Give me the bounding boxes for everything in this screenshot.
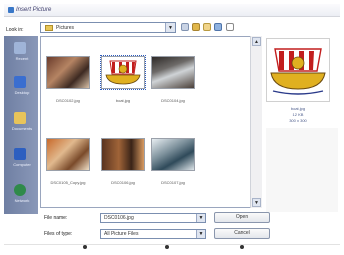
cancel-button[interactable]: Cancel <box>214 228 270 239</box>
globe-icon <box>14 184 26 196</box>
app-icon <box>8 7 14 13</box>
thumbnail-image[interactable] <box>101 138 145 171</box>
thumbnail-image[interactable] <box>151 56 195 89</box>
sidebar-item-label: Recent <box>15 56 29 61</box>
preview-size: 12 KB <box>292 112 304 117</box>
lookin-value: Pictures <box>56 25 75 31</box>
vertical-scrollbar[interactable]: ▲ ▼ <box>250 36 262 208</box>
clock-icon <box>14 42 26 54</box>
preview-dimensions: 300 x 300 <box>289 118 307 123</box>
filetype-select[interactable]: All Picture Files ▼ <box>100 229 206 239</box>
places-sidebar: Recent Desktop Documents Computer Networ… <box>4 36 38 214</box>
thumbnail-image[interactable] <box>151 138 195 171</box>
file-name: DSC0107.jpg <box>161 180 185 185</box>
sidebar-item-label: Network <box>14 198 30 203</box>
window-title: Insert Picture <box>16 7 52 13</box>
sidebar-item-label: Documents <box>11 126 33 131</box>
new-folder-icon[interactable] <box>203 23 211 31</box>
sidebar-item-label: Computer <box>13 162 31 167</box>
preview-filename: boat.jpg <box>290 106 306 111</box>
lookin-label: Look in: <box>6 27 24 33</box>
sidebar-item-label: Desktop <box>14 90 30 95</box>
file-name: DSC0102.jpg <box>56 98 80 103</box>
viking-ship-icon <box>105 60 141 85</box>
filename-value: DSC0106.jpg <box>104 215 134 221</box>
title-bar[interactable]: Insert Picture <box>4 4 340 17</box>
file-name: DSC0104.jpg <box>161 98 185 103</box>
thumbnail-image[interactable] <box>46 56 90 89</box>
marker-dot <box>165 245 169 249</box>
file-name: boat.jpg <box>115 98 131 103</box>
preview-pane <box>266 38 330 102</box>
up-folder-icon[interactable] <box>192 23 200 31</box>
chevron-down-icon[interactable]: ▼ <box>165 23 175 32</box>
thumbnail-image[interactable] <box>100 55 146 90</box>
scroll-down-icon[interactable]: ▼ <box>252 198 261 207</box>
tools-icon[interactable] <box>226 23 234 31</box>
chevron-down-icon[interactable]: ▼ <box>196 214 205 222</box>
open-button[interactable]: Open <box>214 212 270 223</box>
folder-icon <box>45 25 53 31</box>
filename-field[interactable]: DSC0106.jpg ▼ <box>100 213 206 223</box>
preview-image <box>270 48 326 95</box>
status-strip <box>4 244 340 251</box>
insert-picture-dialog: Insert Picture Look in: Pictures ▼ Recen… <box>0 0 344 255</box>
filetype-label: Files of type: <box>44 231 73 237</box>
computer-icon <box>14 148 26 160</box>
folder-icon <box>14 112 26 124</box>
views-icon[interactable] <box>214 23 222 31</box>
lookin-dropdown[interactable]: Pictures ▼ <box>40 22 176 33</box>
chevron-down-icon[interactable]: ▼ <box>196 230 205 238</box>
scroll-up-icon[interactable]: ▲ <box>252 37 261 46</box>
filename-label: File name: <box>44 215 68 221</box>
file-name: DSC0106.jpg <box>111 180 135 185</box>
thumbnail-image[interactable] <box>46 138 90 171</box>
filetype-value: All Picture Files <box>104 231 139 237</box>
preview-background <box>266 128 338 212</box>
marker-dot <box>83 245 87 249</box>
marker-dot <box>240 245 244 249</box>
file-name: DSC0105_Copy.jpg <box>50 180 86 185</box>
back-icon[interactable] <box>181 23 189 31</box>
desktop-icon <box>14 76 26 88</box>
